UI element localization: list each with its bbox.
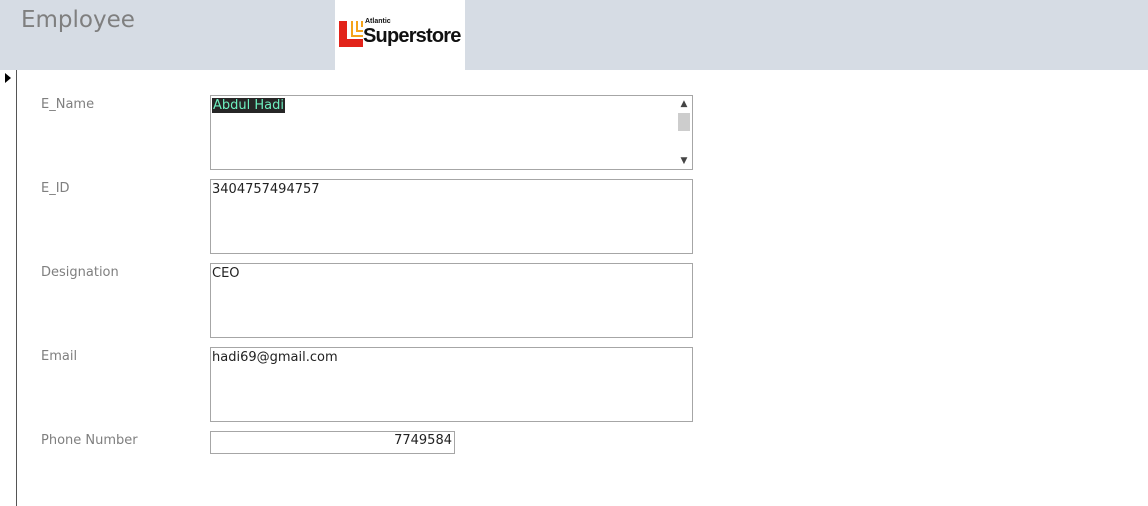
logo-small-text: Atlantic: [365, 18, 391, 25]
email-field[interactable]: hadi69@gmail.com: [210, 347, 693, 422]
e-id-label: E_ID: [41, 181, 70, 196]
superstore-logo: Atlantic Superstore: [335, 0, 465, 70]
logo-big-text: Superstore: [363, 25, 461, 47]
designation-field[interactable]: CEO: [210, 263, 693, 338]
scroll-up-icon[interactable]: ▲: [677, 97, 691, 111]
logo-mark-icon: [339, 21, 363, 47]
form-title: Employee: [21, 7, 135, 33]
e-name-scrollbar[interactable]: ▲ ▼: [677, 97, 691, 168]
e-name-label: E_Name: [41, 97, 95, 112]
record-selector[interactable]: [0, 70, 17, 506]
phone-number-field[interactable]: 7749584: [210, 431, 455, 454]
current-record-arrow-icon: [5, 73, 11, 83]
email-label: Email: [41, 349, 78, 364]
form-header: Employee Atlantic Superstore: [0, 0, 1148, 70]
e-name-field[interactable]: Abdul Hadi ▲ ▼: [210, 95, 693, 170]
designation-label: Designation: [41, 265, 119, 280]
phone-number-label: Phone Number: [41, 433, 138, 448]
e-name-value: Abdul Hadi: [212, 98, 285, 113]
e-id-field[interactable]: 3404757494757: [210, 179, 693, 254]
scroll-down-icon[interactable]: ▼: [677, 154, 691, 168]
scroll-thumb[interactable]: [678, 113, 690, 131]
